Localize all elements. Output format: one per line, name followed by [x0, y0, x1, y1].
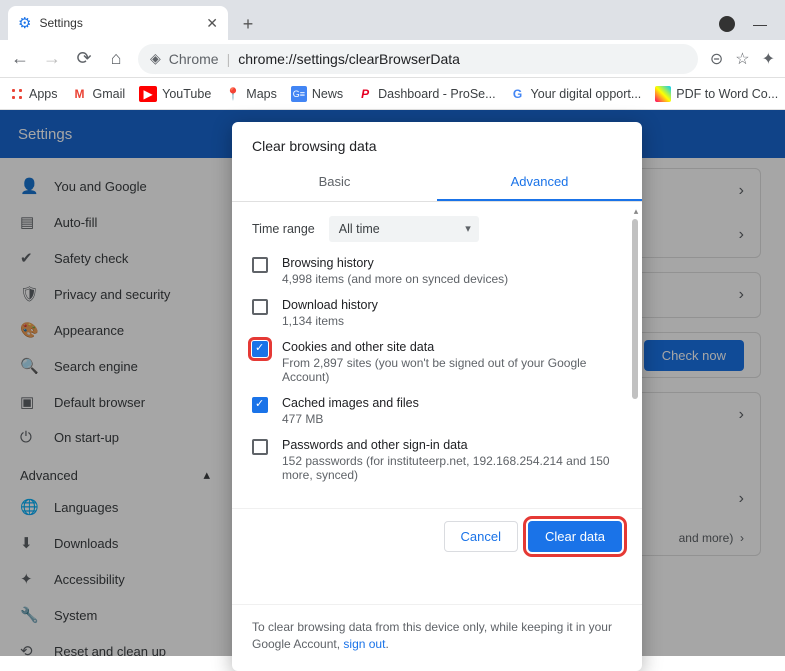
bookmark-apps[interactable]: Apps — [10, 87, 58, 101]
clear-data-button[interactable]: Clear data — [528, 521, 622, 552]
dialog-actions: Cancel Clear data — [232, 508, 642, 564]
forward-button[interactable]: → — [42, 48, 62, 69]
sign-out-link[interactable]: sign out — [343, 637, 385, 651]
reload-button[interactable]: ⟳ — [74, 48, 94, 69]
browser-titlebar: ⚙ Settings ✕ + — — [0, 0, 785, 40]
tab-advanced[interactable]: Advanced — [437, 164, 642, 201]
gmail-icon: M — [72, 86, 88, 102]
url-text: chrome://settings/clearBrowserData — [238, 51, 460, 67]
bookmarks-bar: Apps MGmail ▶YouTube 📍Maps G≡News PDashb… — [0, 78, 785, 110]
bookmark-star-icon[interactable]: ☆ — [735, 49, 749, 69]
option-browsing-history[interactable]: Browsing history 4,998 items (and more o… — [252, 256, 622, 286]
browser-tab[interactable]: ⚙ Settings ✕ — [8, 6, 228, 40]
tab-basic[interactable]: Basic — [232, 164, 437, 201]
minimize-icon[interactable]: — — [753, 16, 767, 32]
bookmark-youtube[interactable]: ▶YouTube — [139, 86, 211, 102]
bookmark-dashboard[interactable]: PDashboard - ProSe... — [357, 86, 495, 102]
bookmark-maps[interactable]: 📍Maps — [225, 86, 277, 102]
site-info-icon[interactable]: ◈ — [150, 50, 161, 67]
time-range-label: Time range — [252, 222, 315, 236]
extensions-icon[interactable]: ✦ — [762, 49, 775, 69]
checkbox-passwords[interactable] — [252, 439, 268, 455]
option-cookies[interactable]: Cookies and other site data From 2,897 s… — [252, 340, 622, 384]
settings-gear-icon: ⚙ — [18, 14, 31, 32]
youtube-icon: ▶ — [139, 86, 157, 102]
news-icon: G≡ — [291, 86, 307, 102]
time-range-row: Time range All time — [252, 216, 622, 242]
maps-pin-icon: 📍 — [225, 86, 241, 102]
checkbox-browsing-history[interactable] — [252, 257, 268, 273]
dialog-title: Clear browsing data — [232, 122, 642, 164]
google-g-icon: G — [510, 86, 526, 102]
bookmark-news[interactable]: G≡News — [291, 86, 343, 102]
bookmark-digital[interactable]: GYour digital opport... — [510, 86, 642, 102]
home-button[interactable]: ⌂ — [106, 48, 126, 69]
option-passwords[interactable]: Passwords and other sign-in data 152 pas… — [252, 438, 622, 482]
clear-browsing-data-dialog: Clear browsing data Basic Advanced ▴ Tim… — [232, 122, 642, 671]
close-tab-icon[interactable]: ✕ — [206, 15, 218, 32]
zoom-icon[interactable]: ⊝ — [710, 49, 723, 69]
time-range-select[interactable]: All time — [329, 216, 479, 242]
window-controls: — — [719, 16, 785, 40]
checkbox-cookies[interactable] — [252, 341, 268, 357]
checkbox-cached[interactable] — [252, 397, 268, 413]
cancel-button[interactable]: Cancel — [444, 521, 518, 552]
url-prefix: Chrome — [169, 51, 219, 67]
pdf-icon — [655, 86, 671, 102]
address-bar[interactable]: ◈ Chrome | chrome://settings/clearBrowse… — [138, 44, 698, 74]
new-tab-button[interactable]: + — [234, 10, 262, 38]
option-cached[interactable]: Cached images and files 477 MB — [252, 396, 622, 426]
bookmark-gmail[interactable]: MGmail — [72, 86, 126, 102]
scroll-up-icon[interactable]: ▴ — [632, 206, 640, 217]
bookmark-pdf[interactable]: PDF to Word Co... — [655, 86, 778, 102]
pinterest-icon: P — [357, 86, 373, 102]
dialog-body: ▴ Time range All time Browsing history 4… — [232, 202, 642, 508]
apps-icon — [10, 87, 24, 101]
dialog-spacer — [232, 564, 642, 604]
dialog-tabs: Basic Advanced — [232, 164, 642, 202]
checkbox-download-history[interactable] — [252, 299, 268, 315]
account-icon[interactable] — [719, 16, 735, 32]
browser-toolbar: ← → ⟳ ⌂ ◈ Chrome | chrome://settings/cle… — [0, 40, 785, 78]
back-button[interactable]: ← — [10, 48, 30, 69]
dialog-footer: To clear browsing data from this device … — [232, 604, 642, 671]
option-download-history[interactable]: Download history 1,134 items — [252, 298, 622, 328]
dialog-scrollbar[interactable]: ▴ — [632, 206, 640, 504]
scroll-thumb[interactable] — [632, 219, 638, 399]
tab-title: Settings — [39, 16, 82, 30]
